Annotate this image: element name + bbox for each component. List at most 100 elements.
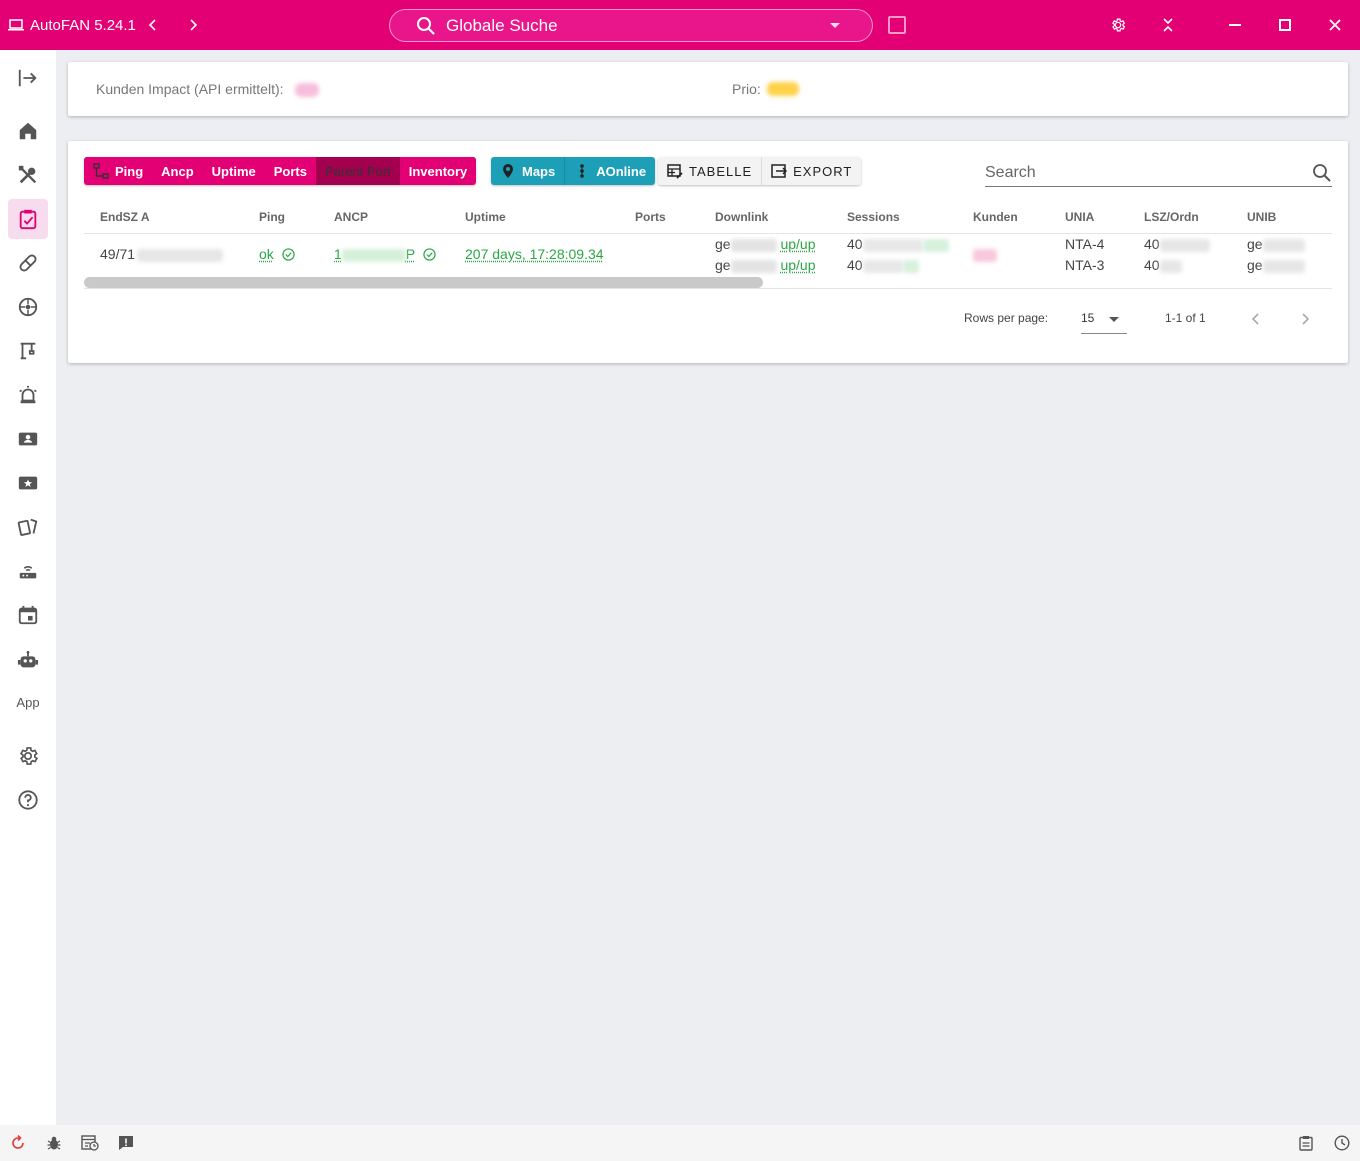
- column-header-ancp[interactable]: ANCP: [334, 210, 368, 224]
- ports-button[interactable]: Ports: [264, 157, 316, 185]
- search-icon[interactable]: [1312, 163, 1332, 183]
- table-search: [985, 161, 1332, 187]
- clipboard-check-icon[interactable]: [8, 199, 48, 239]
- column-header-unia[interactable]: UNIA: [1065, 210, 1094, 224]
- cell-unib-2: ge: [1247, 257, 1305, 273]
- refresh-icon[interactable]: [8, 1133, 28, 1153]
- clipboard-icon[interactable]: [1296, 1133, 1316, 1153]
- expand-sidebar-icon[interactable]: [8, 58, 48, 98]
- ping-button-label: Ping: [115, 163, 144, 179]
- titlebar-checkbox[interactable]: [888, 16, 906, 34]
- global-search[interactable]: Globale Suche: [389, 9, 873, 42]
- alarm-light-icon[interactable]: [8, 375, 48, 415]
- kunden-redacted: [973, 249, 997, 262]
- next-page-icon[interactable]: [1293, 307, 1317, 331]
- sessions-status-redacted: [902, 259, 919, 273]
- ping-button[interactable]: Ping: [84, 157, 153, 185]
- cell-downlink-1[interactable]: ge up/up: [715, 236, 816, 252]
- ancp-suffix: P: [405, 246, 415, 262]
- router-icon[interactable]: [8, 551, 48, 591]
- maps-button-label: Maps: [522, 163, 556, 179]
- settings-icon[interactable]: [8, 736, 48, 776]
- cell-ancp[interactable]: 1P: [334, 246, 436, 262]
- uptime-button[interactable]: Uptime: [202, 157, 265, 185]
- previous-page-icon[interactable]: [1244, 307, 1268, 331]
- sessions-value: 40: [847, 236, 863, 252]
- cell-lsz-2: 40: [1144, 257, 1182, 273]
- forward-arrow-icon[interactable]: [182, 14, 204, 36]
- parent-port-button[interactable]: Parent Port: [315, 157, 400, 185]
- app-link[interactable]: App: [0, 695, 56, 710]
- cell-downlink-2[interactable]: ge up/up: [715, 257, 816, 273]
- export-button[interactable]: EXPORT: [762, 157, 862, 185]
- column-header-endsz-a[interactable]: EndSZ A: [100, 210, 150, 224]
- column-header-uptime[interactable]: Uptime: [465, 210, 506, 224]
- gear-icon[interactable]: [1106, 13, 1130, 37]
- impact-card: Kunden Impact (API ermittelt): Prio:: [68, 62, 1348, 116]
- ancp-redacted: [341, 248, 406, 262]
- rows-per-page-label: Rows per page:: [964, 311, 1049, 325]
- kunden-impact-value-redacted: [295, 83, 319, 97]
- home-icon[interactable]: [8, 111, 48, 151]
- unib-value: ge: [1247, 236, 1263, 252]
- column-header-lsz-ordn[interactable]: LSZ/Ordn: [1144, 210, 1199, 224]
- ticket-star-icon[interactable]: [8, 463, 48, 503]
- tabelle-button[interactable]: TABELLE: [658, 157, 763, 185]
- check-button-group: Ping Ancp Uptime Ports Parent Port Inven…: [84, 157, 477, 185]
- back-arrow-icon[interactable]: [142, 14, 164, 36]
- maps-button[interactable]: Maps: [491, 157, 565, 185]
- ancp-prefix: 1: [334, 246, 342, 262]
- cell-uptime[interactable]: 207 days, 17:28:09.34: [465, 246, 604, 262]
- rows-per-page-select[interactable]: 15: [1081, 308, 1127, 334]
- cell-unib-1: ge: [1247, 236, 1305, 252]
- network-hub-icon[interactable]: [8, 287, 48, 327]
- feedback-icon[interactable]: [116, 1133, 136, 1153]
- rows-per-page-value: 15: [1081, 311, 1095, 325]
- column-header-kunden[interactable]: Kunden: [973, 210, 1018, 224]
- crane-icon[interactable]: [8, 331, 48, 371]
- network-topology-icon: [93, 163, 109, 179]
- aonline-button[interactable]: AOnline: [564, 157, 656, 185]
- pill-icon[interactable]: [8, 243, 48, 283]
- sidebar: App: [0, 50, 56, 1125]
- column-header-ports[interactable]: Ports: [635, 210, 666, 224]
- chevron-down-icon[interactable]: [830, 23, 840, 28]
- robot-icon[interactable]: [8, 640, 48, 680]
- cell-ping[interactable]: ok: [259, 246, 295, 262]
- column-header-unib[interactable]: UNIB: [1247, 210, 1276, 224]
- bug-icon[interactable]: [44, 1133, 64, 1153]
- inventory-button[interactable]: Inventory: [399, 157, 477, 185]
- downlink-prefix: ge: [715, 257, 731, 273]
- minimize-icon[interactable]: [1223, 13, 1247, 37]
- export-button-label: EXPORT: [793, 163, 853, 179]
- scrollbar-thumb[interactable]: [84, 277, 763, 288]
- help-icon[interactable]: [8, 780, 48, 820]
- close-icon[interactable]: [1323, 13, 1347, 37]
- history-log-icon[interactable]: [80, 1133, 100, 1153]
- check-circle-icon: [423, 248, 436, 261]
- endsz-redacted: [137, 248, 224, 262]
- downlink-status: up/up: [780, 236, 816, 252]
- tools-icon[interactable]: [8, 155, 48, 195]
- sessions-status-redacted: [922, 238, 949, 252]
- column-header-ping[interactable]: Ping: [259, 210, 285, 224]
- maximize-icon[interactable]: [1273, 13, 1297, 37]
- lsz-redacted: [1159, 259, 1182, 273]
- table-edit-icon: [667, 164, 683, 179]
- collapse-icon[interactable]: [1156, 13, 1180, 37]
- table-footer-divider: [84, 288, 1332, 289]
- tabelle-button-label: TABELLE: [689, 163, 753, 179]
- unib-redacted: [1262, 238, 1305, 252]
- column-header-sessions[interactable]: Sessions: [847, 210, 900, 224]
- ancp-button[interactable]: Ancp: [152, 157, 203, 185]
- cell-lsz-1: 40: [1144, 236, 1210, 252]
- status-bar: [0, 1125, 1360, 1161]
- calendar-icon[interactable]: [8, 595, 48, 635]
- contact-card-icon[interactable]: [8, 419, 48, 459]
- table-search-input[interactable]: [985, 161, 1285, 185]
- search-icon: [417, 16, 435, 35]
- cards-icon[interactable]: [8, 507, 48, 547]
- clock-icon[interactable]: [1332, 1133, 1352, 1153]
- horizontal-scrollbar[interactable]: [84, 277, 1332, 288]
- column-header-downlink[interactable]: Downlink: [715, 210, 768, 224]
